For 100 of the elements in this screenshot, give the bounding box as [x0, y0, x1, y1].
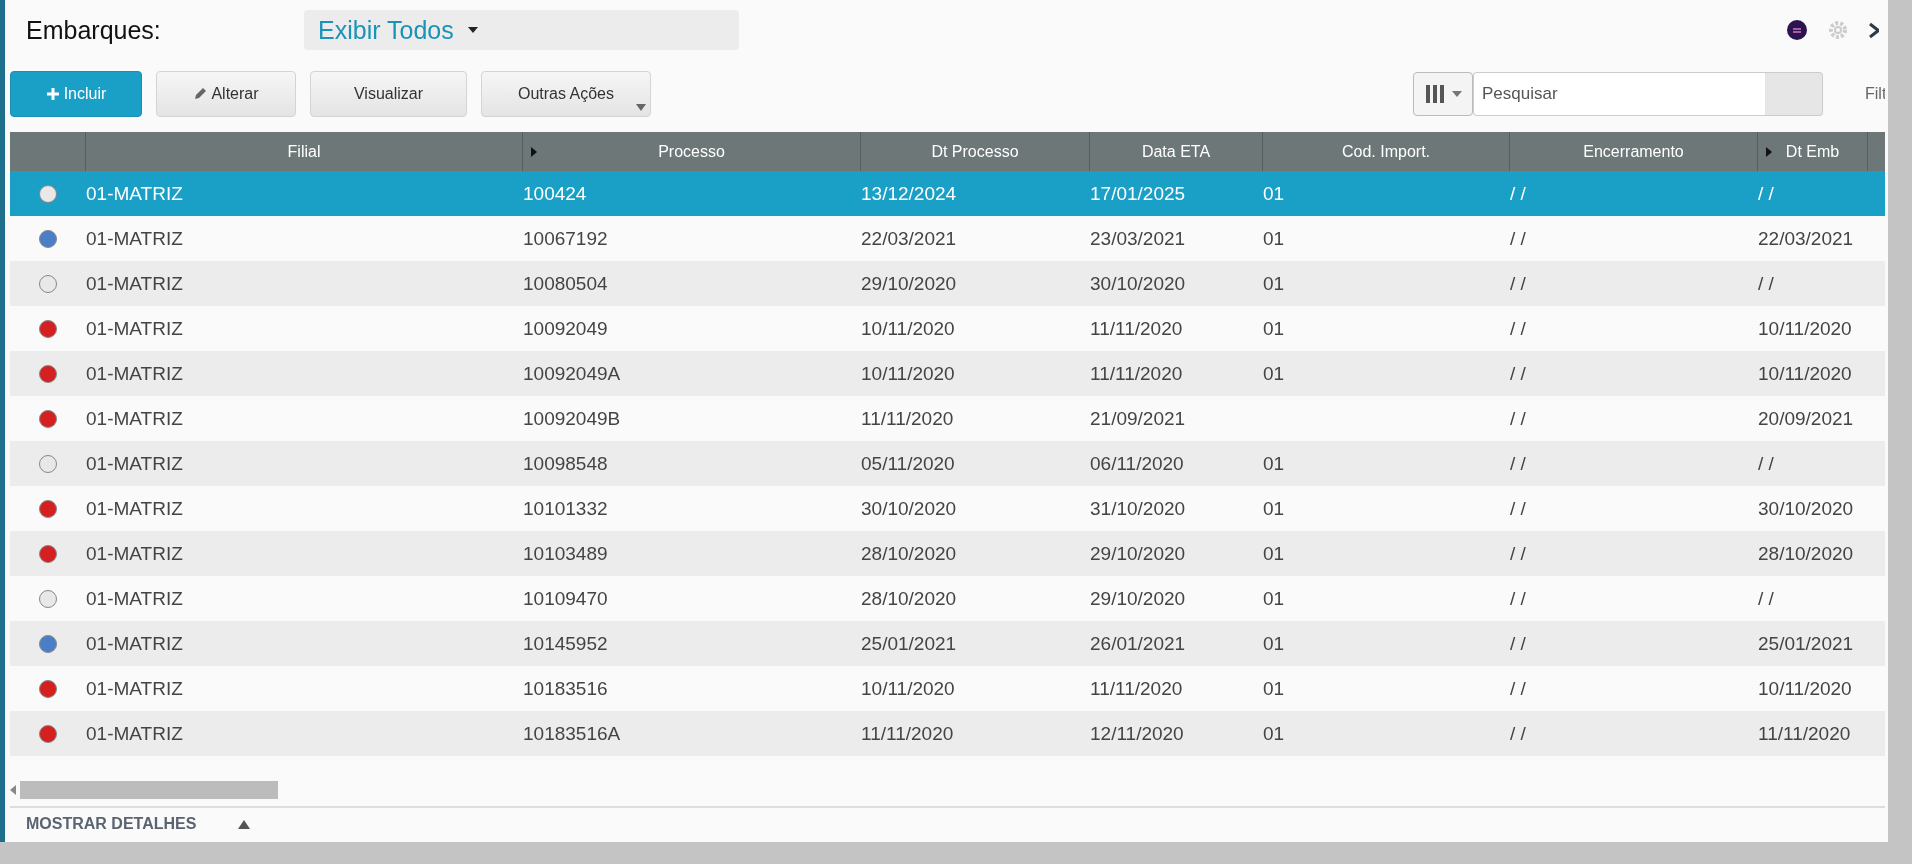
- table-cell: 10098548: [523, 452, 608, 474]
- table-cell: 30/10/2020: [861, 497, 957, 519]
- table-cell: / /: [1510, 587, 1526, 609]
- table-cell: / /: [1510, 182, 1526, 204]
- scroll-left-icon[interactable]: [10, 785, 16, 795]
- table-cell: 11/11/2020: [1758, 722, 1851, 744]
- table-cell: / /: [1758, 587, 1774, 609]
- table-cell: 10/11/2020: [861, 677, 955, 699]
- table-cell: / /: [1758, 182, 1774, 204]
- caret-icon: [636, 104, 646, 111]
- table-cell: 25/01/2021: [861, 632, 957, 654]
- column-header[interactable]: Cod. Import.: [1342, 142, 1430, 161]
- table-cell: 05/11/2020: [861, 452, 955, 474]
- table-cell: 10183516A: [523, 722, 621, 744]
- table-cell: 01: [1263, 272, 1285, 294]
- action-button[interactable]: Alterar: [156, 71, 296, 117]
- table-cell: 01-MATRIZ: [86, 452, 183, 474]
- table-cell: 01-MATRIZ: [86, 722, 183, 744]
- table-cell: / /: [1510, 497, 1526, 519]
- triangle-up-icon[interactable]: [238, 819, 251, 829]
- table-cell: / /: [1758, 452, 1774, 474]
- pencil-icon: [193, 87, 208, 101]
- details-toggle[interactable]: MOSTRAR DETALHES: [26, 815, 197, 833]
- table-cell: / /: [1510, 722, 1526, 744]
- table-cell: 10092049B: [523, 407, 621, 429]
- table-cell: / /: [1510, 317, 1526, 339]
- scrollbar-thumb[interactable]: [20, 781, 278, 799]
- table-cell: 01: [1263, 182, 1285, 204]
- table-cell: 31/10/2020: [1090, 497, 1186, 519]
- table-cell: 13/12/2024: [861, 182, 957, 204]
- table-cell: / /: [1510, 677, 1526, 699]
- table-cell: / /: [1510, 362, 1526, 384]
- table-cell: 28/10/2020: [861, 587, 957, 609]
- table-cell: 21/09/2021: [1090, 407, 1186, 429]
- table-cell: 01: [1263, 362, 1285, 384]
- table-row[interactable]: 01-MATRIZ 10098548 05/11/2020 06/11/2020 01 / / / /: [10, 441, 1885, 486]
- table-cell: 01-MATRIZ: [86, 542, 183, 564]
- table-cell: 20/09/2021: [1758, 407, 1854, 429]
- table-cell: 10183516: [523, 677, 608, 699]
- table-cell: 17/01/2025: [1090, 182, 1186, 204]
- table-cell: 01-MATRIZ: [86, 677, 183, 699]
- logo-icon[interactable]: [1787, 20, 1807, 40]
- columns-icon: [1424, 85, 1446, 103]
- table-cell: 11/11/2020: [1090, 317, 1183, 339]
- column-header[interactable]: Processo: [658, 142, 725, 161]
- table-cell: 10/11/2020: [861, 317, 955, 339]
- table-cell: 01: [1263, 452, 1285, 474]
- table-row[interactable]: 01-MATRIZ 10103489 28/10/2020 29/10/2020 01 / / 28/10/2020: [10, 531, 1885, 576]
- caret-icon: [1452, 91, 1462, 97]
- table-cell: 28/10/2020: [1758, 542, 1854, 564]
- table-cell: 10109470: [523, 587, 608, 609]
- table-row[interactable]: 01-MATRIZ 10080504 29/10/2020 30/10/2020 01 / / / /: [10, 261, 1885, 306]
- columns-button[interactable]: [1413, 72, 1473, 116]
- plus-icon: [45, 87, 60, 101]
- table-row[interactable]: 01-MATRIZ 10145952 25/01/2021 26/01/2021 01 / / 25/01/2021: [10, 621, 1885, 666]
- table-cell: 01-MATRIZ: [86, 362, 183, 384]
- table-cell: 01: [1263, 632, 1285, 654]
- table-cell: 29/10/2020: [1090, 587, 1186, 609]
- table-cell: 11/11/2020: [861, 722, 954, 744]
- table-cell: / /: [1510, 227, 1526, 249]
- table-cell: 01-MATRIZ: [86, 587, 183, 609]
- table-cell: 10/11/2020: [1758, 677, 1852, 699]
- table-cell: 11/11/2020: [861, 407, 954, 429]
- table-cell: 01-MATRIZ: [86, 632, 183, 654]
- table-cell: 30/10/2020: [1758, 497, 1854, 519]
- table-cell: 01: [1263, 227, 1285, 249]
- table-cell: / /: [1510, 542, 1526, 564]
- table-cell: 23/03/2021: [1090, 227, 1186, 249]
- horizontal-scrollbar[interactable]: [0, 842, 1912, 864]
- table-cell: 01-MATRIZ: [86, 182, 183, 204]
- table-cell: 10092049: [523, 317, 608, 339]
- table-cell: 01-MATRIZ: [86, 227, 183, 249]
- table-cell: 01-MATRIZ: [86, 272, 183, 294]
- table-cell: 26/01/2021: [1090, 632, 1186, 654]
- table-cell: / /: [1510, 272, 1526, 294]
- table-cell: 01: [1263, 677, 1285, 699]
- column-header[interactable]: Encerramento: [1583, 142, 1684, 161]
- table-cell: 11/11/2020: [1090, 677, 1183, 699]
- table-cell: 29/10/2020: [861, 272, 957, 294]
- table-cell: 25/01/2021: [1758, 632, 1854, 654]
- table-cell: 30/10/2020: [1090, 272, 1186, 294]
- column-header[interactable]: Data ETA: [1141, 142, 1211, 161]
- table-cell: 01: [1263, 497, 1285, 519]
- column-header[interactable]: Dt Processo: [931, 142, 1019, 161]
- table-cell: 10145952: [523, 632, 608, 654]
- table-cell: / /: [1510, 632, 1526, 654]
- table-cell: 10092049A: [523, 362, 621, 384]
- table-row[interactable]: 01-MATRIZ 10092049A 10/11/2020 11/11/2020 01 / / 10/11/2020: [10, 351, 1885, 396]
- action-button[interactable]: Visualizar: [310, 71, 467, 117]
- vertical-scrollbar[interactable]: [1888, 0, 1912, 842]
- menu-button[interactable]: Outras Ações: [481, 71, 651, 117]
- column-header[interactable]: Filial: [287, 142, 321, 161]
- table-cell: 10101332: [523, 497, 608, 519]
- table-cell: / /: [1510, 407, 1526, 429]
- column-header[interactable]: Dt Emb: [1785, 142, 1840, 161]
- table-cell: 12/11/2020: [1090, 722, 1184, 744]
- table-row[interactable]: 01-MATRIZ 10183516A 11/11/2020 12/11/2020 01 / / 11/11/2020: [10, 711, 1885, 756]
- table-cell: 22/03/2021: [1758, 227, 1854, 249]
- table-cell: 10103489: [523, 542, 608, 564]
- table-cell: 28/10/2020: [861, 542, 957, 564]
